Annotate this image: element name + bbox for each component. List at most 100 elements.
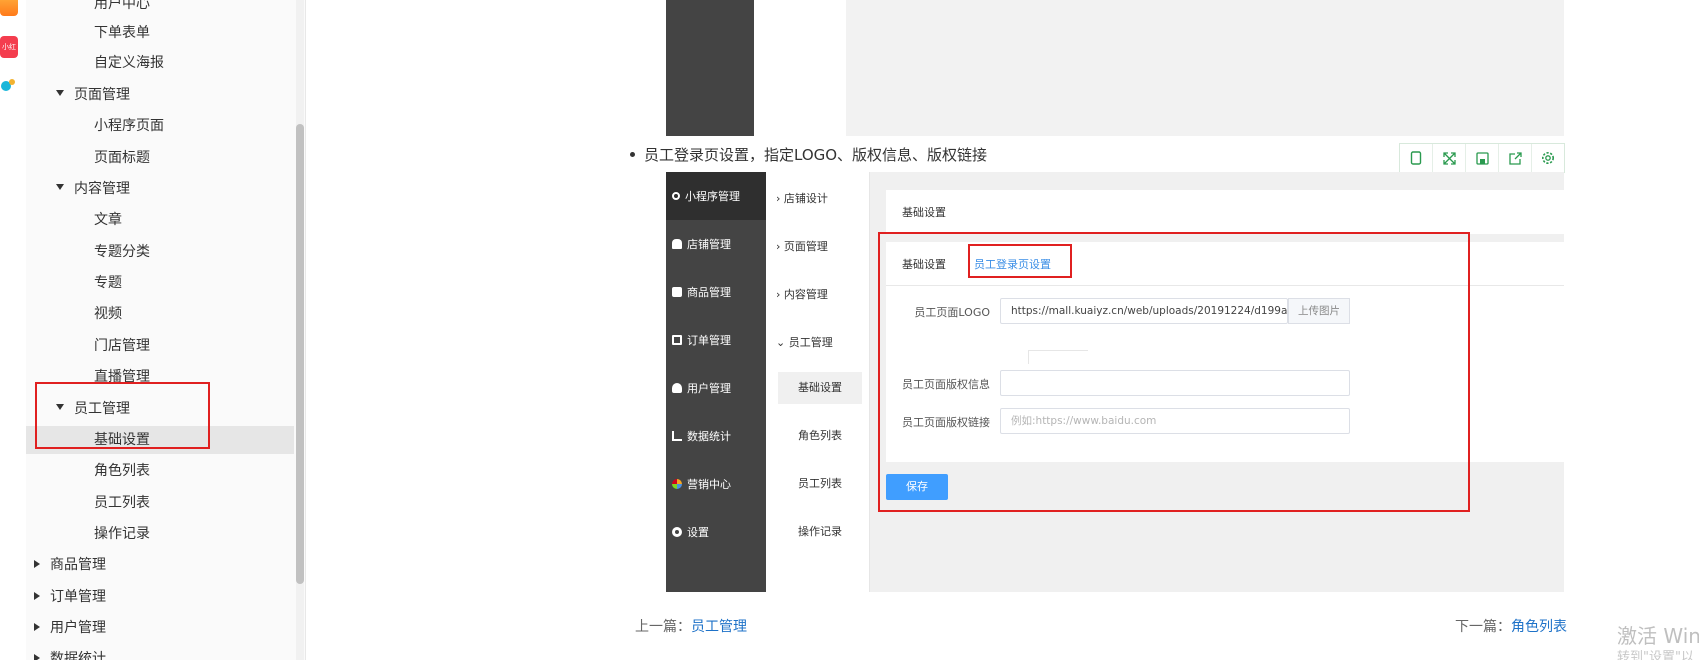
app-icon[interactable]	[0, 0, 18, 16]
menu-item-stats[interactable]: 数据统计	[666, 412, 766, 460]
submenu-basic-settings[interactable]: 基础设置	[778, 372, 862, 404]
image-toolbar	[1399, 143, 1565, 173]
submenu-group[interactable]: › 内容管理	[776, 286, 828, 302]
tree-item[interactable]: 用户中心	[94, 0, 150, 18]
doc-tree-sidebar: 用户中心 下单表单 自定义海报 页面管理 小程序页面 页面标题 内容管理 文章 …	[26, 0, 306, 660]
upload-image-button[interactable]: 上传图片	[1288, 298, 1350, 324]
menu-item-users[interactable]: 用户管理	[666, 364, 766, 412]
submenu-group-staff[interactable]: ⌄ 员工管理	[776, 334, 833, 350]
next-article-link[interactable]: 角色列表	[1511, 619, 1567, 635]
caret-right-icon	[34, 560, 40, 568]
menu-item-settings[interactable]: 设置	[666, 508, 766, 556]
xiaohongshu-icon[interactable]: 小红书	[0, 36, 18, 73]
gear-icon[interactable]	[1532, 144, 1564, 172]
next-prefix: 下一篇：	[1455, 619, 1511, 635]
tiktok-icon	[672, 192, 680, 200]
tree-group-stats[interactable]: 数据统计	[34, 645, 106, 660]
app-icon[interactable]	[0, 76, 16, 96]
marketing-icon	[672, 479, 682, 489]
tree-group-staff-manage[interactable]: 员工管理	[56, 395, 130, 423]
tree-item[interactable]: 直播管理	[94, 363, 150, 391]
tree-item[interactable]: 下单表单	[94, 19, 150, 47]
tree-item[interactable]: 小程序页面	[94, 112, 164, 140]
save-button[interactable]: 保存	[886, 474, 948, 500]
menu-item-orders[interactable]: 订单管理	[666, 316, 766, 364]
caret-down-icon	[56, 404, 64, 410]
settings-form: 基础设置 员工登录页设置 员工页面LOGO https://mall.kuaiy…	[886, 242, 1564, 462]
tree-item[interactable]: 页面标题	[94, 144, 150, 172]
sidebar-scrollbar-thumb[interactable]	[296, 124, 304, 584]
tab-basic-settings[interactable]: 基础设置	[902, 256, 946, 272]
tree-item-basic-settings[interactable]: 基础设置	[26, 426, 294, 454]
menu-item-miniprogram[interactable]: 小程序管理	[666, 172, 766, 220]
screenshot-menu	[666, 0, 754, 136]
expand-icon[interactable]	[1433, 144, 1466, 172]
embedded-screenshot: 小程序管理 店铺管理 商品管理 订单管理 用户管理 数据统计 营销中心 设置 ›…	[666, 172, 1564, 592]
caret-right-icon	[34, 654, 40, 660]
logo-preview	[1000, 324, 1350, 364]
tree-item[interactable]: 角色列表	[94, 457, 150, 485]
chevron-right-icon: ›	[776, 240, 784, 253]
copyright-link-label: 员工页面版权链接	[902, 416, 990, 429]
tree-group-page-manage[interactable]: 页面管理	[56, 81, 130, 109]
menu-item-marketing[interactable]: 营销中心	[666, 460, 766, 508]
prev-article-link[interactable]: 员工管理	[691, 619, 747, 635]
panel-header: 基础设置	[886, 190, 1564, 234]
chart-icon	[672, 431, 682, 441]
screenshot-submenu	[754, 0, 846, 136]
logo-label: 员工页面LOGO	[914, 306, 990, 319]
copyright-link-input[interactable]: 例如:https://www.baidu.com	[1000, 408, 1350, 434]
tree-group-goods[interactable]: 商品管理	[34, 551, 106, 579]
store-icon	[672, 239, 682, 249]
next-article: 下一篇：角色列表	[1455, 616, 1567, 636]
order-icon	[672, 335, 682, 345]
activation-watermark-sub: 转到"设置"以	[1617, 650, 1694, 660]
tree-group-content-manage[interactable]: 内容管理	[56, 175, 130, 203]
tree-item[interactable]: 操作记录	[94, 520, 150, 548]
tree-item[interactable]: 专题	[94, 269, 122, 297]
tree-group-users[interactable]: 用户管理	[34, 614, 106, 642]
submenu-group[interactable]: › 页面管理	[776, 238, 828, 254]
panel-title: 基础设置	[902, 206, 946, 219]
tree-item[interactable]: 视频	[94, 300, 122, 328]
tree-item[interactable]: 员工列表	[94, 489, 150, 517]
menu-item-store[interactable]: 店铺管理	[666, 220, 766, 268]
logo-url-input[interactable]: https://mall.kuaiyz.cn/web/uploads/20191…	[1000, 298, 1288, 324]
tree-group-orders[interactable]: 订单管理	[34, 583, 106, 611]
copyright-label: 员工页面版权信息	[902, 378, 990, 391]
user-icon	[672, 383, 682, 393]
tree-item[interactable]: 专题分类	[94, 238, 150, 266]
prev-prefix: 上一篇：	[635, 619, 691, 635]
submenu-operation-log[interactable]: 操作记录	[778, 516, 862, 548]
prev-article: 上一篇：员工管理	[635, 616, 747, 636]
submenu-staff-list[interactable]: 员工列表	[778, 468, 862, 500]
share-icon[interactable]	[1499, 144, 1532, 172]
tree-item[interactable]: 自定义海报	[94, 49, 164, 77]
settings-icon	[672, 527, 682, 537]
screenshot-main-menu: 小程序管理 店铺管理 商品管理 订单管理 用户管理 数据统计 营销中心 设置	[666, 172, 766, 592]
tab-bar: 基础设置 员工登录页设置	[886, 242, 1564, 286]
caret-right-icon	[34, 623, 40, 631]
caret-down-icon	[56, 184, 64, 190]
goods-icon	[672, 287, 682, 297]
chevron-down-icon: ⌄	[776, 336, 789, 349]
tree-item[interactable]: 门店管理	[94, 332, 150, 360]
save-image-icon[interactable]	[1466, 144, 1499, 172]
caret-down-icon	[56, 90, 64, 96]
logo-preview-frame	[1028, 350, 1088, 364]
chevron-right-icon: ›	[776, 288, 784, 301]
menu-item-goods[interactable]: 商品管理	[666, 268, 766, 316]
docs-page: 小红书 用户中心 下单表单 自定义海报 页面管理 小程序页面 页面标题 内容管理…	[0, 0, 1699, 660]
mobile-view-icon[interactable]	[1400, 144, 1433, 172]
copyright-input[interactable]	[1000, 370, 1350, 396]
submenu-role-list[interactable]: 角色列表	[778, 420, 862, 452]
tab-staff-login-settings[interactable]: 员工登录页设置	[974, 256, 1051, 272]
chevron-right-icon: ›	[776, 192, 784, 205]
tree-item[interactable]: 文章	[94, 206, 122, 234]
activation-watermark: 激活 Win	[1617, 624, 1699, 648]
screenshot-submenu: › 店铺设计 › 页面管理 › 内容管理 ⌄ 员工管理 基础设置 角色列表 员工…	[766, 172, 870, 592]
previous-screenshot	[666, 0, 1564, 136]
bullet-text: 员工登录页设置，指定LOGO、版权信息、版权链接	[629, 146, 988, 164]
submenu-group[interactable]: › 店铺设计	[776, 190, 828, 206]
caret-right-icon	[34, 592, 40, 600]
